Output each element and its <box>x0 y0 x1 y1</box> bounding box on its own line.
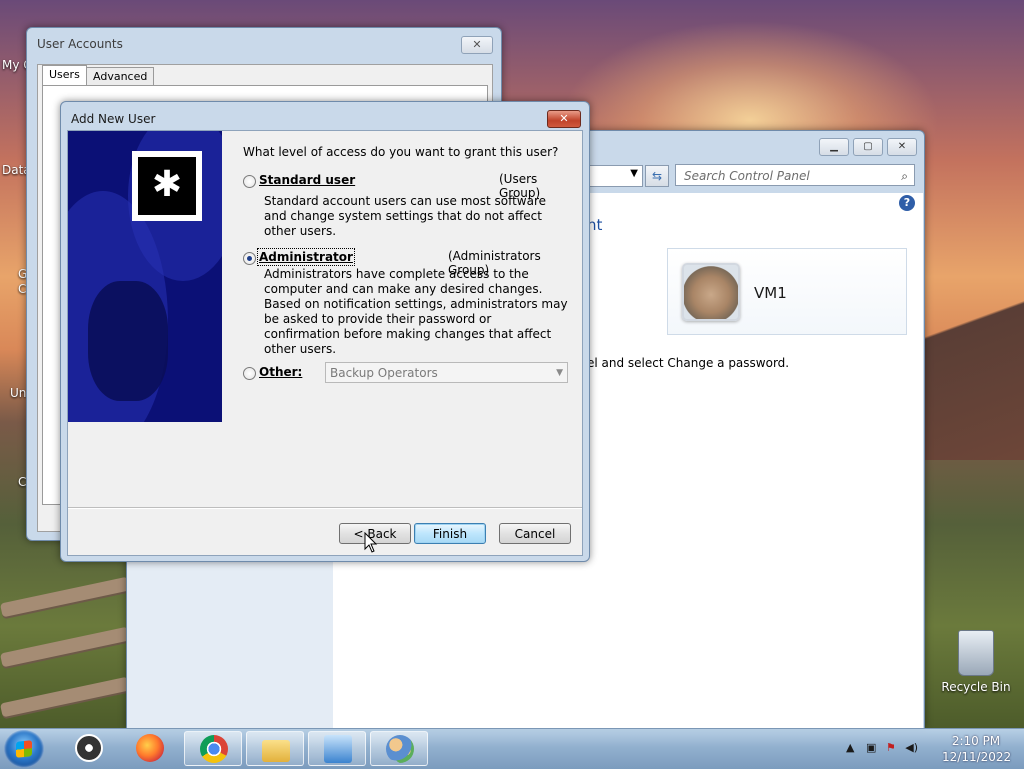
users-icon <box>386 735 414 763</box>
control-panel-icon <box>324 735 352 763</box>
fence-rail <box>0 626 131 668</box>
refresh-icon: ⇆ <box>651 169 663 183</box>
keyboard-key-icon: ✱ <box>132 151 202 221</box>
minimize-icon: ▁ <box>830 141 838 152</box>
close-button[interactable]: ✕ <box>887 138 917 156</box>
other-group-select[interactable]: Backup Operators ▼ <box>325 362 568 383</box>
close-button[interactable]: ✕ <box>547 110 581 128</box>
window-title: User Accounts <box>37 37 123 51</box>
tab-users[interactable]: Users <box>42 65 87 86</box>
help-icon[interactable]: ? <box>899 195 915 211</box>
other-radio[interactable] <box>243 367 256 380</box>
taskbar-item-obs[interactable] <box>60 731 118 766</box>
refresh-button[interactable]: ⇆ <box>645 165 669 187</box>
taskbar-item-user-accounts[interactable] <box>370 731 428 766</box>
volume-icon[interactable]: ◀) <box>905 741 918 754</box>
tab-advanced[interactable]: Advanced <box>86 67 155 86</box>
user-account-card[interactable]: VM1 <box>667 248 907 335</box>
select-value: Backup Operators <box>330 366 438 380</box>
start-button[interactable] <box>4 730 44 768</box>
search-input[interactable]: Search Control Panel ⌕ <box>675 164 915 186</box>
administrator-label[interactable]: Administrator <box>257 248 355 266</box>
clock-date: 12/11/2022 <box>942 750 1012 764</box>
show-hidden-icons-icon[interactable]: ▲ <box>846 741 854 754</box>
asterisk-glyph: ✱ <box>138 157 196 215</box>
recycle-bin-label: Recycle Bin <box>941 680 1011 694</box>
network-icon[interactable]: ▣ <box>866 741 876 754</box>
taskbar-item-control-panel[interactable] <box>308 731 366 766</box>
clock[interactable]: 2:10 PM 12/11/2022 <box>942 733 1012 765</box>
wizard-banner: ✱ <box>68 131 222 422</box>
instruction-text: el and select Change a password. <box>587 356 790 370</box>
chrome-icon <box>200 735 228 763</box>
close-icon: ✕ <box>559 112 569 125</box>
firefox-icon <box>136 734 164 762</box>
close-button[interactable]: ✕ <box>461 36 493 54</box>
other-label[interactable]: Other: <box>259 365 302 379</box>
desktop-icon-label: Un <box>10 386 27 400</box>
taskbar-item-firefox[interactable] <box>121 731 179 766</box>
maximize-button[interactable]: ▢ <box>853 138 883 156</box>
search-icon[interactable]: ⌕ <box>901 165 908 187</box>
close-icon: ✕ <box>472 38 482 51</box>
taskbar-item-chrome[interactable] <box>184 731 242 766</box>
finish-button[interactable]: Finish <box>414 523 486 544</box>
recycle-bin-icon <box>958 630 994 676</box>
chevron-down-icon: ▼ <box>630 168 638 179</box>
close-icon: ✕ <box>897 141 907 152</box>
question-text: What level of access do you want to gran… <box>243 145 559 159</box>
administrator-radio[interactable] <box>243 252 256 265</box>
obs-icon <box>75 734 103 762</box>
folder-icon <box>262 740 290 762</box>
standard-user-description: Standard account users can use most soft… <box>264 194 547 238</box>
fence-rail <box>0 676 131 718</box>
cancel-button[interactable]: Cancel <box>499 523 571 544</box>
user-name: VM1 <box>754 284 787 302</box>
action-center-icon[interactable]: ⚑ <box>886 741 896 754</box>
add-new-user-dialog[interactable]: Add New User ✕ ✱ What level of access do… <box>60 101 590 562</box>
recycle-bin[interactable]: Recycle Bin <box>940 630 1012 694</box>
taskbar-item-explorer[interactable] <box>246 731 304 766</box>
dialog-body: ✱ What level of access do you want to gr… <box>67 130 583 556</box>
fence-rail <box>0 576 131 618</box>
system-tray: ▲ ▣ ⚑ ◀) <box>846 741 918 754</box>
administrator-description: Administrators have complete access to t… <box>264 267 568 356</box>
minimize-button[interactable]: ▁ <box>819 138 849 156</box>
standard-user-label[interactable]: Standard user <box>259 173 355 187</box>
banner-shape <box>88 281 168 401</box>
maximize-icon: ▢ <box>863 141 873 152</box>
mouse-cursor-icon <box>364 532 378 553</box>
clock-time: 2:10 PM <box>951 734 1001 748</box>
start-orb-icon <box>16 740 32 758</box>
divider <box>68 507 582 509</box>
taskbar: ▲ ▣ ⚑ ◀) 2:10 PM 12/11/2022 <box>0 728 1024 769</box>
desktop-icon-un[interactable]: Un <box>10 386 26 400</box>
dialog-title: Add New User <box>71 112 156 126</box>
chevron-down-icon: ▼ <box>556 368 563 378</box>
avatar <box>682 263 740 321</box>
search-placeholder: Search Control Panel <box>684 169 810 183</box>
standard-user-radio[interactable] <box>243 175 256 188</box>
address-bar[interactable]: ▼ <box>587 165 643 187</box>
